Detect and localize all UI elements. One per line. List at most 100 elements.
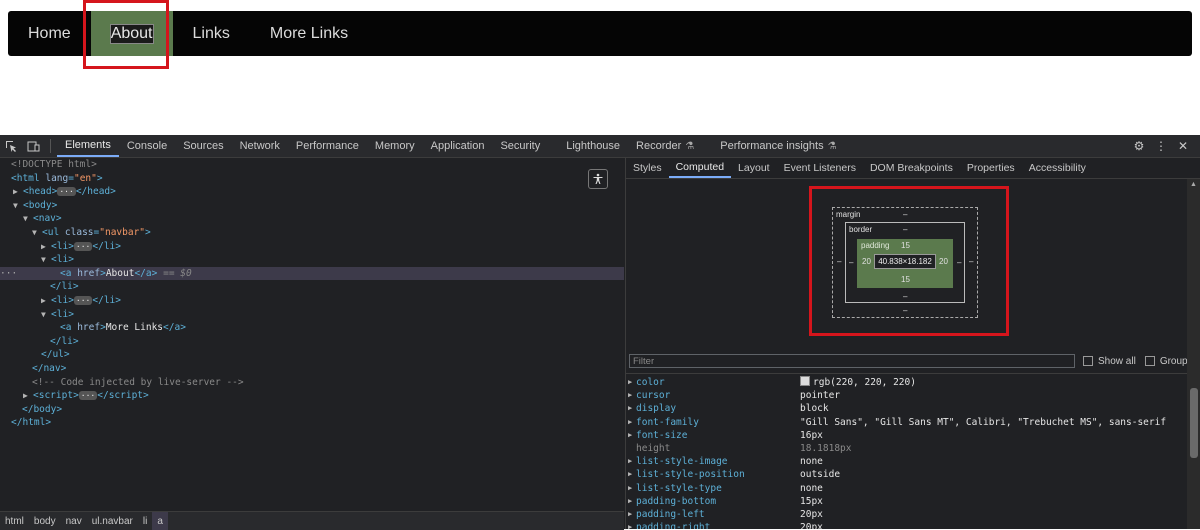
computed-prop-row[interactable]: ▶ cursor pointer xyxy=(626,389,1186,402)
gear-icon[interactable]: ⚙ xyxy=(1128,135,1150,157)
border-left-value[interactable]: – xyxy=(849,258,853,267)
tab-application[interactable]: Application xyxy=(423,135,493,157)
tab-styles[interactable]: Styles xyxy=(626,158,669,178)
color-swatch[interactable] xyxy=(800,376,810,386)
expand-triangle-icon[interactable]: ▶ xyxy=(628,416,632,429)
nav-link-home[interactable]: Home xyxy=(8,11,91,56)
expand-triangle-icon[interactable]: ▶ xyxy=(41,240,51,254)
inspect-icon[interactable] xyxy=(0,135,22,157)
breadcrumb-nav[interactable]: nav xyxy=(61,512,87,530)
padding-bottom-value[interactable]: 15 xyxy=(901,275,910,284)
tab-performance-insights[interactable]: Performance insights ⚗ xyxy=(702,135,844,157)
border-right-value[interactable]: – xyxy=(957,258,961,267)
dom-node-ul-close[interactable]: </ul> xyxy=(0,348,665,362)
expand-triangle-icon[interactable]: ▶ xyxy=(628,508,632,521)
padding-left-value[interactable]: 20 xyxy=(862,257,871,266)
computed-prop-row[interactable]: ▶ list-style-type none xyxy=(626,482,1186,495)
box-model-margin[interactable]: margin – – – – border – – – – padding 15… xyxy=(832,207,978,318)
nav-link-more-links[interactable]: More Links xyxy=(250,11,368,56)
expand-triangle-icon[interactable]: ▶ xyxy=(628,455,632,468)
expand-triangle-icon[interactable]: ▶ xyxy=(628,495,632,508)
expand-triangle-icon[interactable]: ▶ xyxy=(628,429,632,442)
box-model-content[interactable]: 40.838×18.182 xyxy=(874,254,936,269)
dom-node-li[interactable]: ▼ <li> xyxy=(0,253,665,267)
tab-memory[interactable]: Memory xyxy=(367,135,423,157)
tab-sources[interactable]: Sources xyxy=(175,135,231,157)
collapse-triangle-icon[interactable]: ▼ xyxy=(32,226,42,240)
tab-event-listeners[interactable]: Event Listeners xyxy=(777,158,863,178)
breadcrumb-body[interactable]: body xyxy=(29,512,61,530)
scrollbar-thumb[interactable] xyxy=(1190,388,1198,458)
computed-prop-row[interactable]: ▶ list-style-image none xyxy=(626,455,1186,468)
expand-triangle-icon[interactable]: ▶ xyxy=(41,294,51,308)
dom-node-body-close[interactable]: </body> xyxy=(0,403,646,417)
expand-triangle-icon[interactable]: ▶ xyxy=(628,482,632,495)
collapsed-ellipsis[interactable]: ··· xyxy=(57,187,76,197)
margin-left-value[interactable]: – xyxy=(837,257,841,266)
expand-triangle-icon[interactable]: ▶ xyxy=(628,521,632,529)
collapsed-ellipsis[interactable]: ··· xyxy=(73,296,93,305)
box-model-padding[interactable]: padding 15 20 20 15 40.838×18.182 xyxy=(857,239,953,288)
computed-prop-row[interactable]: ▶ padding-bottom 15px xyxy=(626,495,1186,508)
dom-node-comment[interactable]: <!-- Code injected by live-server --> xyxy=(0,376,656,390)
tab-properties[interactable]: Properties xyxy=(960,158,1022,178)
checkbox-box[interactable] xyxy=(1083,356,1093,366)
expand-triangle-icon[interactable]: ▶ xyxy=(628,376,632,389)
tab-recorder[interactable]: Recorder ⚗ xyxy=(628,135,702,157)
computed-prop-row[interactable]: ▶ display block xyxy=(626,402,1186,415)
dom-node-ul[interactable]: ▼ <ul class="navbar"> xyxy=(0,226,656,240)
kebab-menu-icon[interactable]: ⋮ xyxy=(1150,135,1172,157)
breadcrumb-html[interactable]: html xyxy=(0,512,29,530)
breadcrumb-ul-navbar[interactable]: ul.navbar xyxy=(87,512,138,530)
collapse-triangle-icon[interactable]: ▼ xyxy=(13,199,23,213)
dom-node-li-close[interactable]: </li> xyxy=(0,335,674,349)
dom-node-script[interactable]: ▶ <script> ··· </script> xyxy=(0,389,647,403)
tab-elements[interactable]: Elements xyxy=(57,135,119,157)
dom-node-li[interactable]: ▶ <li> ··· </li> xyxy=(0,294,665,308)
tab-security[interactable]: Security xyxy=(492,135,548,157)
computed-prop-row[interactable]: ▶ padding-right 20px xyxy=(626,521,1186,529)
collapse-triangle-icon[interactable]: ▼ xyxy=(23,212,33,226)
group-checkbox[interactable]: Group xyxy=(1144,356,1188,367)
scroll-up-icon[interactable]: ▲ xyxy=(1190,181,1197,188)
padding-top-value[interactable]: 15 xyxy=(901,241,910,250)
accessibility-tree-icon[interactable] xyxy=(588,169,608,189)
dom-node-nav[interactable]: ▼ <nav> xyxy=(0,212,647,226)
device-toggle-icon[interactable] xyxy=(22,135,44,157)
tab-computed[interactable]: Computed xyxy=(668,158,732,178)
dom-node-body[interactable]: ▼ <body> xyxy=(0,199,637,213)
dom-node-li[interactable]: ▶ <li> ··· </li> xyxy=(0,240,665,254)
collapsed-ellipsis[interactable]: ··· xyxy=(73,241,93,251)
computed-prop-row[interactable]: ▶ padding-left 20px xyxy=(626,508,1186,521)
tab-performance[interactable]: Performance xyxy=(288,135,367,157)
show-all-checkbox[interactable]: Show all xyxy=(1083,356,1136,367)
row-menu-dots[interactable]: ··· xyxy=(0,267,60,281)
computed-prop-row[interactable]: ▶ color rgb(220, 220, 220) xyxy=(626,376,1186,389)
tab-network[interactable]: Network xyxy=(232,135,288,157)
expand-triangle-icon[interactable]: ▶ xyxy=(628,468,632,481)
collapse-triangle-icon[interactable]: ▼ xyxy=(41,308,51,322)
close-icon[interactable]: ✕ xyxy=(1172,135,1194,157)
dom-node-a[interactable]: <a href>More Links</a> xyxy=(0,321,684,335)
nav-link-links[interactable]: Links xyxy=(173,11,250,56)
collapsed-ellipsis[interactable]: ··· xyxy=(78,391,98,401)
border-bottom-value[interactable]: – xyxy=(903,292,907,301)
margin-right-value[interactable]: – xyxy=(969,257,973,266)
expand-triangle-icon[interactable]: ▶ xyxy=(628,402,632,415)
filter-input[interactable] xyxy=(629,354,1075,368)
dom-node-html[interactable]: <html lang="en"> xyxy=(0,172,635,186)
tab-accessibility[interactable]: Accessibility xyxy=(1022,158,1093,178)
box-model-border[interactable]: border – – – – padding 15 20 20 15 40.83… xyxy=(845,222,965,303)
padding-right-value[interactable]: 20 xyxy=(939,257,948,266)
computed-prop-row[interactable]: height 18.1818px xyxy=(626,442,1186,455)
tab-dom-breakpoints[interactable]: DOM Breakpoints xyxy=(863,158,960,178)
margin-top-value[interactable]: – xyxy=(903,210,907,219)
tab-layout[interactable]: Layout xyxy=(731,158,777,178)
dom-node-li[interactable]: ▼ <li> xyxy=(0,308,665,322)
tab-console[interactable]: Console xyxy=(119,135,175,157)
dom-node-doctype[interactable]: <!DOCTYPE html> xyxy=(0,158,635,172)
tab-lighthouse[interactable]: Lighthouse xyxy=(548,135,628,157)
expand-triangle-icon[interactable]: ▶ xyxy=(23,389,33,403)
checkbox-box[interactable] xyxy=(1144,356,1155,366)
dom-node-html-close[interactable]: </html> xyxy=(0,416,635,430)
